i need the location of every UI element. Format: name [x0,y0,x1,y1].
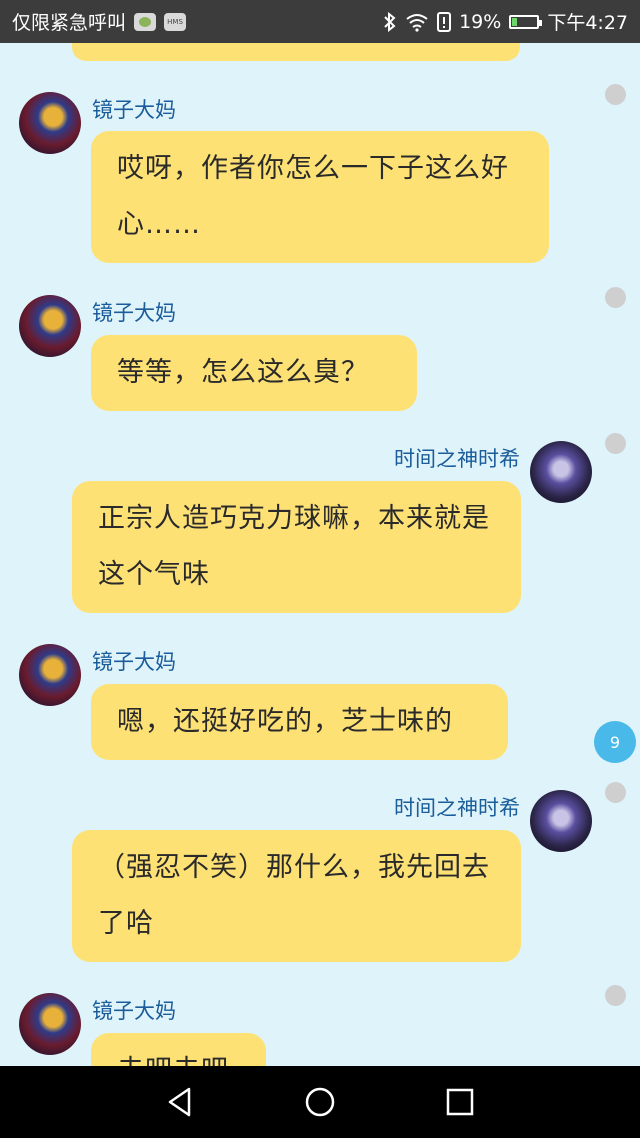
message-status-dot [605,782,626,803]
hms-icon: HMS [164,12,187,31]
message-status-dot [605,84,626,105]
avatar[interactable] [19,993,81,1055]
message-bubble[interactable]: 去吧去吧 [91,1033,266,1066]
app-notification-icon [134,12,157,31]
sender-name: 镜子大妈 [92,301,176,325]
carrier-text: 仅限紧急呼叫 [12,12,127,34]
battery-percent: 19% [459,10,502,33]
message-bubble[interactable]: 等等，怎么这么臭？ [91,335,417,411]
back-triangle-icon [168,1087,191,1117]
message-status-dot [605,985,626,1006]
chat-area[interactable]: 镜子大妈 哎呀，作者你怎么一下子这么好心…… 镜子大妈 等等，怎么这么臭？ 时间… [0,43,640,1066]
message-bubble[interactable]: 哎呀，作者你怎么一下子这么好心…… [91,131,549,263]
avatar[interactable] [19,644,81,706]
navigation-bar [0,1066,640,1138]
clock: 下午4:27 [547,12,628,34]
sender-name: 时间之神时希 [394,447,520,471]
message-bubble[interactable]: 嗯，还挺好吃的，芝士味的 [91,684,508,760]
home-circle-icon [305,1087,335,1117]
avatar[interactable] [19,92,81,154]
message-bubble[interactable]: （强忍不笑）那什么，我先回去了哈 [72,830,521,962]
recents-square-icon [446,1088,474,1116]
sim-alert-icon [437,11,452,32]
message-status-dot [605,433,626,454]
battery-icon [509,14,543,29]
sender-name: 镜子大妈 [92,999,176,1023]
status-bar-left: 仅限紧急呼叫 HMS [12,8,187,35]
recents-button[interactable] [440,1082,480,1122]
previous-message-bubble[interactable] [72,43,520,61]
sender-name: 镜子大妈 [92,98,176,122]
status-bar: 仅限紧急呼叫 HMS 19% 下午4:27 [0,0,640,43]
message-status-dot [605,287,626,308]
sender-name: 时间之神时希 [394,796,520,820]
avatar[interactable] [530,441,592,503]
sender-name: 镜子大妈 [92,650,176,674]
message-bubble[interactable]: 正宗人造巧克力球嘛，本来就是这个气味 [72,481,521,613]
avatar[interactable] [19,295,81,357]
bluetooth-icon [384,11,396,32]
avatar[interactable] [530,790,592,852]
wifi-icon [406,13,428,32]
unread-count-badge[interactable]: 9 [594,721,636,763]
home-button[interactable] [300,1082,340,1122]
back-button[interactable] [160,1082,200,1122]
status-bar-right: 19% 下午4:27 [383,8,628,35]
